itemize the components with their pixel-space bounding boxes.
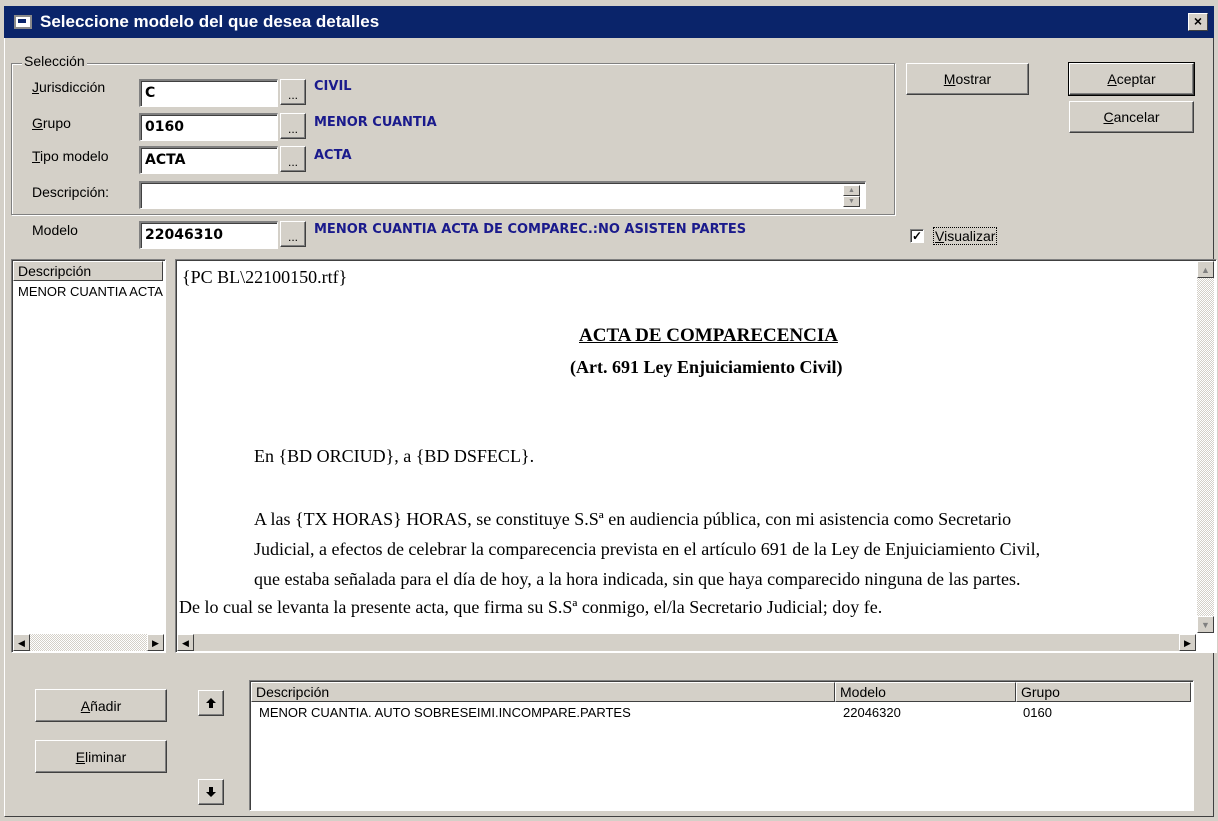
column-header-grupo[interactable]: Grupo — [1016, 682, 1191, 702]
aceptar-button[interactable]: Aceptar — [1068, 62, 1195, 96]
grupo-browse-button[interactable]: ... — [280, 113, 306, 139]
scroll-right-icon[interactable]: ▶ — [147, 634, 164, 651]
eliminar-button[interactable]: Eliminar — [35, 740, 167, 773]
spin-down-icon[interactable]: ▼ — [843, 196, 860, 207]
move-up-button[interactable] — [198, 690, 224, 716]
scroll-left-icon[interactable]: ◀ — [13, 634, 30, 651]
tipo-modelo-description: ACTA — [314, 148, 352, 163]
column-header-descripcion[interactable]: Descripción — [251, 682, 835, 702]
descripcion-field[interactable] — [139, 181, 866, 209]
mostrar-button[interactable]: Mostrar — [906, 63, 1029, 95]
descripcion-label: Descripción: — [32, 184, 110, 200]
jurisdiccion-field[interactable]: C — [139, 79, 278, 107]
doc-line-4: que estaba señalada para el día de hoy, … — [254, 569, 1021, 589]
scroll-up-icon[interactable]: ▲ — [1197, 261, 1214, 278]
grupo-field[interactable]: 0160 — [139, 113, 278, 141]
left-list-header[interactable]: Descripción — [13, 261, 163, 281]
selected-models-table[interactable]: Descripción Modelo Grupo MENOR CUANTIA. … — [249, 680, 1194, 811]
aceptar-label: Aceptar — [1107, 71, 1156, 87]
window-title: Seleccione modelo del que desea detalles — [40, 12, 380, 31]
move-down-button[interactable] — [198, 779, 224, 805]
doc-line-5: De lo cual se levanta la presente acta, … — [179, 597, 883, 617]
app-icon — [14, 15, 32, 29]
jurisdiccion-label: Jurisdicción — [32, 79, 106, 95]
document-preview[interactable]: {PC BL\22100150.rtf} ACTA DE COMPARECENC… — [175, 259, 1217, 653]
doc-line-1: En {BD ORCIUD}, a {BD DSFECL}. — [254, 446, 535, 466]
left-list[interactable]: Descripción MENOR CUANTIA ACTA DE COMPAR… — [11, 259, 166, 653]
column-header-modelo[interactable]: Modelo — [835, 682, 1016, 702]
modelo-label: Modelo — [32, 222, 78, 238]
modelo-field[interactable]: 22046310 — [139, 221, 278, 249]
visualizar-checkbox[interactable]: ✓ — [910, 229, 924, 243]
modelo-browse-button[interactable]: ... — [280, 221, 306, 247]
modelo-description: MENOR CUANTIA ACTA DE COMPAREC.:NO ASIST… — [314, 222, 747, 237]
scroll-down-icon[interactable]: ▼ — [1197, 616, 1214, 633]
jurisdiccion-description: CIVIL — [314, 79, 352, 94]
table-row[interactable]: MENOR CUANTIA. AUTO SOBRESEIMI.INCOMPARE… — [251, 705, 1191, 725]
close-button[interactable]: × — [1188, 13, 1208, 31]
visualizar-label[interactable]: Visualizar — [933, 227, 998, 245]
eliminar-label: Eliminar — [75, 748, 127, 765]
spin-up-icon[interactable]: ▲ — [843, 185, 860, 196]
close-icon: × — [1193, 13, 1203, 29]
left-list-hscrollbar[interactable] — [13, 634, 164, 651]
document-content: {PC BL\22100150.rtf} ACTA DE COMPARECENC… — [177, 261, 1196, 633]
list-item[interactable]: MENOR CUANTIA ACTA DE COMPAREC.:NO ASIST… — [18, 284, 163, 299]
scroll-right-icon[interactable]: ▶ — [1179, 634, 1196, 651]
doc-path-line: {PC BL\22100150.rtf} — [182, 267, 348, 287]
doc-line-2: A las {TX HORAS} HORAS, se constituye S.… — [254, 509, 1012, 529]
arrow-down-icon — [206, 787, 216, 797]
arrow-up-icon — [206, 698, 216, 708]
descripcion-spinner[interactable]: ▲ ▼ — [843, 185, 861, 207]
seleccion-group-label: Selección — [22, 53, 87, 69]
mostrar-label: Mostrar — [943, 71, 992, 87]
grupo-description: MENOR CUANTIA — [314, 115, 437, 130]
cancelar-button[interactable]: Cancelar — [1069, 101, 1194, 133]
doc-heading: ACTA DE COMPARECENCIA — [579, 325, 838, 346]
preview-hscrollbar[interactable] — [177, 634, 1196, 651]
cell-modelo: 22046320 — [843, 705, 901, 720]
scroll-left-icon[interactable]: ◀ — [177, 634, 194, 651]
preview-vscrollbar[interactable] — [1197, 261, 1214, 633]
cell-grupo: 0160 — [1023, 705, 1052, 720]
cell-descripcion: MENOR CUANTIA. AUTO SOBRESEIMI.INCOMPARE… — [259, 705, 631, 720]
anadir-label: Añadir — [80, 697, 122, 714]
doc-line-3: Judicial, a efectos de celebrar la compa… — [254, 539, 1041, 559]
tipo-modelo-browse-button[interactable]: ... — [280, 146, 306, 172]
title-bar: Seleccione modelo del que desea detalles… — [4, 6, 1214, 38]
anadir-button[interactable]: Añadir — [35, 689, 167, 722]
grupo-label: Grupo — [32, 115, 71, 131]
tipo-modelo-label: Tipo modelo — [32, 148, 109, 164]
cancelar-label: Cancelar — [1103, 109, 1160, 125]
tipo-modelo-field[interactable]: ACTA — [139, 146, 278, 174]
jurisdiccion-browse-button[interactable]: ... — [280, 79, 306, 105]
doc-subheading: (Art. 691 Ley Enjuiciamiento Civil) — [570, 357, 843, 377]
